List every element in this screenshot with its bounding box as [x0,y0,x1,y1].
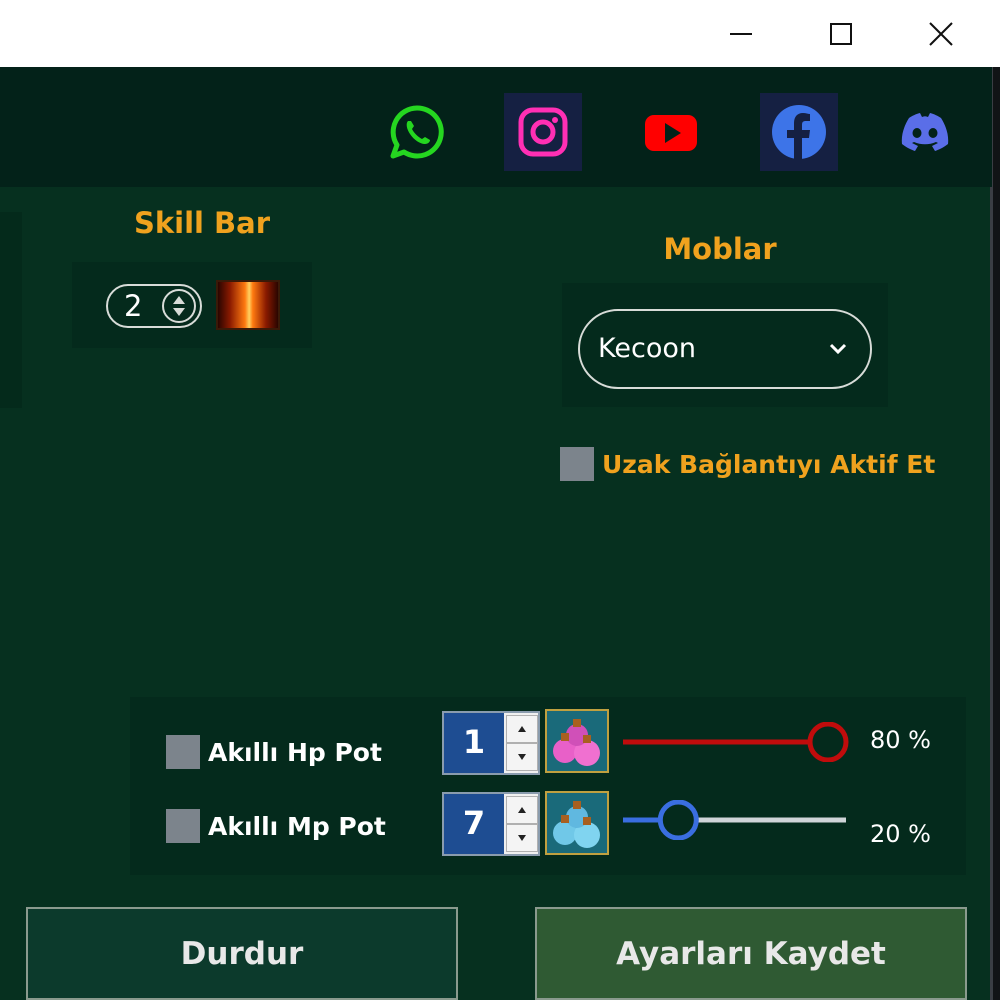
mp-pot-label: Akıllı Mp Pot [208,812,386,841]
hp-slot-value: 1 [444,713,504,773]
title-bar [0,0,1000,67]
instagram-icon [518,107,568,157]
left-panel-edge [0,212,22,408]
chevron-down-icon [829,343,847,355]
caret-down-icon [518,754,526,760]
mp-slot-stepper[interactable]: 7 [442,792,540,856]
minimize-button[interactable] [706,0,776,67]
caret-up-icon [518,726,526,732]
youtube-icon [645,115,697,151]
mob-select[interactable]: Kecoon [578,309,872,389]
remote-label: Uzak Bağlantıyı Aktif Et [602,450,936,479]
skill-slot-value: 2 [124,289,143,323]
window-edge [990,67,1000,1000]
pot-panel: Akıllı Hp Pot 1 80 % Akıllı Mp Pot 7 20 … [130,697,966,875]
caret-up-icon [518,807,526,813]
hp-potion-icon [545,709,609,773]
mob-select-value: Kecoon [598,333,696,364]
remote-checkbox[interactable] [560,447,594,481]
discord-button[interactable] [886,93,964,171]
maximize-icon [830,22,852,45]
hp-slider-thumb[interactable] [807,722,849,762]
maximize-button[interactable] [806,0,876,67]
hp-threshold-slider[interactable] [620,722,850,762]
youtube-button[interactable] [632,93,710,171]
mp-potion-icon [545,791,609,855]
whatsapp-button[interactable] [378,93,456,171]
skill-bar-title: Skill Bar [133,206,271,240]
hp-slot-stepper[interactable]: 1 [442,711,540,775]
discord-icon [901,113,949,151]
whatsapp-icon [390,105,444,159]
mobs-title: Moblar [663,232,777,266]
close-icon [929,21,953,46]
skill-bar-panel: 2 [72,262,312,348]
facebook-icon [772,105,826,159]
fire-skill-icon[interactable] [216,280,280,330]
mp-threshold-slider[interactable] [620,800,850,840]
minimize-icon [730,32,752,35]
hp-slot-up-button[interactable] [506,715,538,743]
mp-slot-down-button[interactable] [506,824,538,852]
instagram-button[interactable] [504,93,582,171]
caret-down-icon [518,835,526,841]
hp-percent-label: 80 % [870,726,931,754]
spinner-arrows-icon[interactable] [162,289,196,323]
mobs-panel: Kecoon [562,283,888,407]
facebook-button[interactable] [760,93,838,171]
save-settings-button[interactable]: Ayarları Kaydet [535,907,967,1000]
hp-pot-label: Akıllı Hp Pot [208,738,382,767]
social-bar [0,67,992,187]
mp-slider-thumb[interactable] [657,800,699,840]
mp-pot-checkbox[interactable] [166,809,200,843]
mp-slot-up-button[interactable] [506,796,538,824]
mp-percent-label: 20 % [870,820,931,848]
close-button[interactable] [906,0,976,67]
hp-pot-checkbox[interactable] [166,735,200,769]
skill-slot-spinner[interactable]: 2 [106,284,202,328]
hp-slot-down-button[interactable] [506,743,538,771]
stop-button[interactable]: Durdur [26,907,458,1000]
mp-slot-value: 7 [444,794,504,854]
